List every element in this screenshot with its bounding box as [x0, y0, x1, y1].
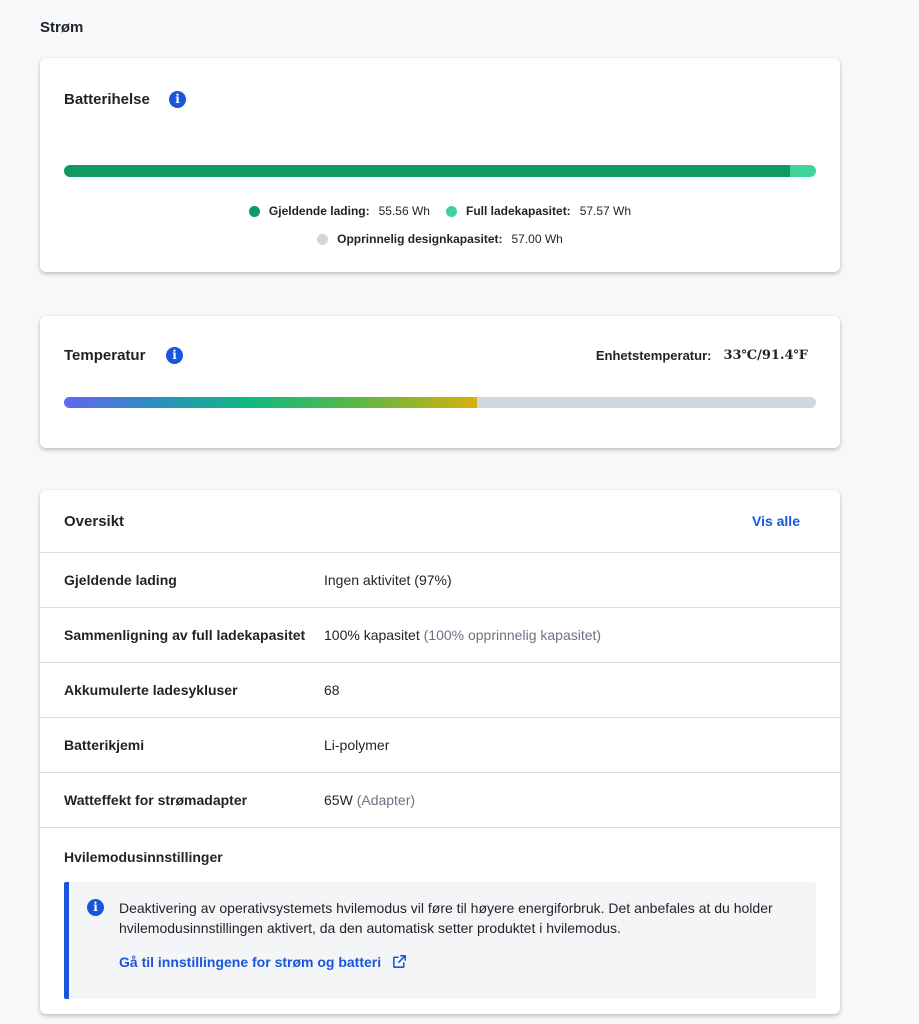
- legend-full-capacity: Full ladekapasitet: 57.57 Wh: [445, 204, 632, 218]
- power-settings-link-label[interactable]: Gå til innstillingene for strøm og batte…: [119, 954, 381, 970]
- table-row: Sammenligning av full ladekapasitet 100%…: [40, 608, 840, 663]
- temperature-card: Temperatur i Enhetstemperatur: 33℃/91.4℉: [40, 316, 840, 448]
- row-value: 100% kapasitet (100% opprinnelig kapasit…: [324, 627, 602, 643]
- table-row: Akkumulerte ladesykluser 68: [40, 663, 840, 718]
- legend-design-label: Opprinnelig designkapasitet:: [337, 232, 503, 246]
- overview-card: Oversikt Vis alle Gjeldende lading Ingen…: [40, 490, 840, 1014]
- temperature-bar: [64, 397, 816, 408]
- table-row: Batterikjemi Li-polymer: [40, 718, 840, 773]
- info-icon[interactable]: i: [166, 347, 183, 364]
- temperature-title: Temperatur: [64, 347, 146, 364]
- overview-title: Oversikt: [64, 513, 125, 530]
- legend-design-capacity: Opprinnelig designkapasitet: 57.00 Wh: [317, 232, 563, 246]
- legend-dot-design: [317, 233, 329, 245]
- row-label: Gjeldende lading: [64, 572, 177, 588]
- legend-current-label: Gjeldende lading:: [268, 204, 370, 218]
- row-value: 65W (Adapter): [324, 792, 416, 808]
- battery-legend-row-1: Gjeldende lading: 55.56 Wh Full ladekapa…: [40, 204, 840, 218]
- sleep-notice: i Deaktivering av operativsystemets hvil…: [64, 882, 816, 999]
- row-label: Akkumulerte ladesykluser: [64, 682, 238, 698]
- notice-text: Deaktivering av operativsystemets hvilem…: [119, 900, 773, 936]
- battery-health-title: Batterihelse: [64, 91, 150, 108]
- row-value: Ingen aktivitet (97%): [324, 572, 452, 588]
- legend-dot-full: [445, 205, 457, 217]
- row-value: Li-polymer: [324, 737, 390, 753]
- overview-header: Oversikt Vis alle: [40, 490, 840, 553]
- power-settings-link[interactable]: Gå til innstillingene for strøm og batte…: [119, 953, 408, 970]
- temperature-fill: [64, 397, 477, 408]
- legend-full-value: 57.57 Wh: [579, 204, 632, 218]
- table-row: Watteffekt for strømadapter 65W (Adapter…: [40, 773, 840, 828]
- legend-current-value: 55.56 Wh: [378, 204, 430, 218]
- section-title: Strøm: [40, 19, 84, 36]
- battery-current-charge-fill: [64, 165, 790, 177]
- sleep-settings-title: Hvilemodusinnstillinger: [64, 849, 223, 865]
- info-icon: i: [87, 899, 104, 916]
- row-value: 68: [324, 682, 340, 698]
- legend-dot-current: [248, 205, 260, 217]
- device-temperature-value: 33℃/91.4℉: [723, 348, 808, 363]
- view-all-link[interactable]: Vis alle: [752, 513, 800, 529]
- external-link-icon[interactable]: [391, 953, 408, 970]
- legend-current-charge: Gjeldende lading: 55.56 Wh: [248, 204, 430, 218]
- legend-full-label: Full ladekapasitet:: [465, 204, 571, 218]
- device-temperature: Enhetstemperatur: 33℃/91.4℉: [596, 348, 808, 363]
- device-temperature-label: Enhetstemperatur:: [595, 348, 712, 363]
- row-note: (Adapter): [356, 792, 416, 808]
- row-note: (100% opprinnelig kapasitet): [423, 627, 602, 643]
- row-label: Batterikjemi: [64, 737, 145, 753]
- legend-design-value: 57.00 Wh: [511, 232, 563, 246]
- table-row: Gjeldende lading Ingen aktivitet (97%): [40, 553, 840, 608]
- battery-legend-row-2: Opprinnelig designkapasitet: 57.00 Wh: [40, 232, 840, 246]
- info-icon[interactable]: i: [169, 91, 186, 108]
- battery-capacity-bar: [64, 165, 816, 177]
- row-label: Watteffekt for strømadapter: [64, 792, 248, 808]
- row-label: Sammenligning av full ladekapasitet: [64, 627, 306, 643]
- battery-health-card: Batterihelse i Gjeldende lading: 55.56 W…: [40, 58, 840, 272]
